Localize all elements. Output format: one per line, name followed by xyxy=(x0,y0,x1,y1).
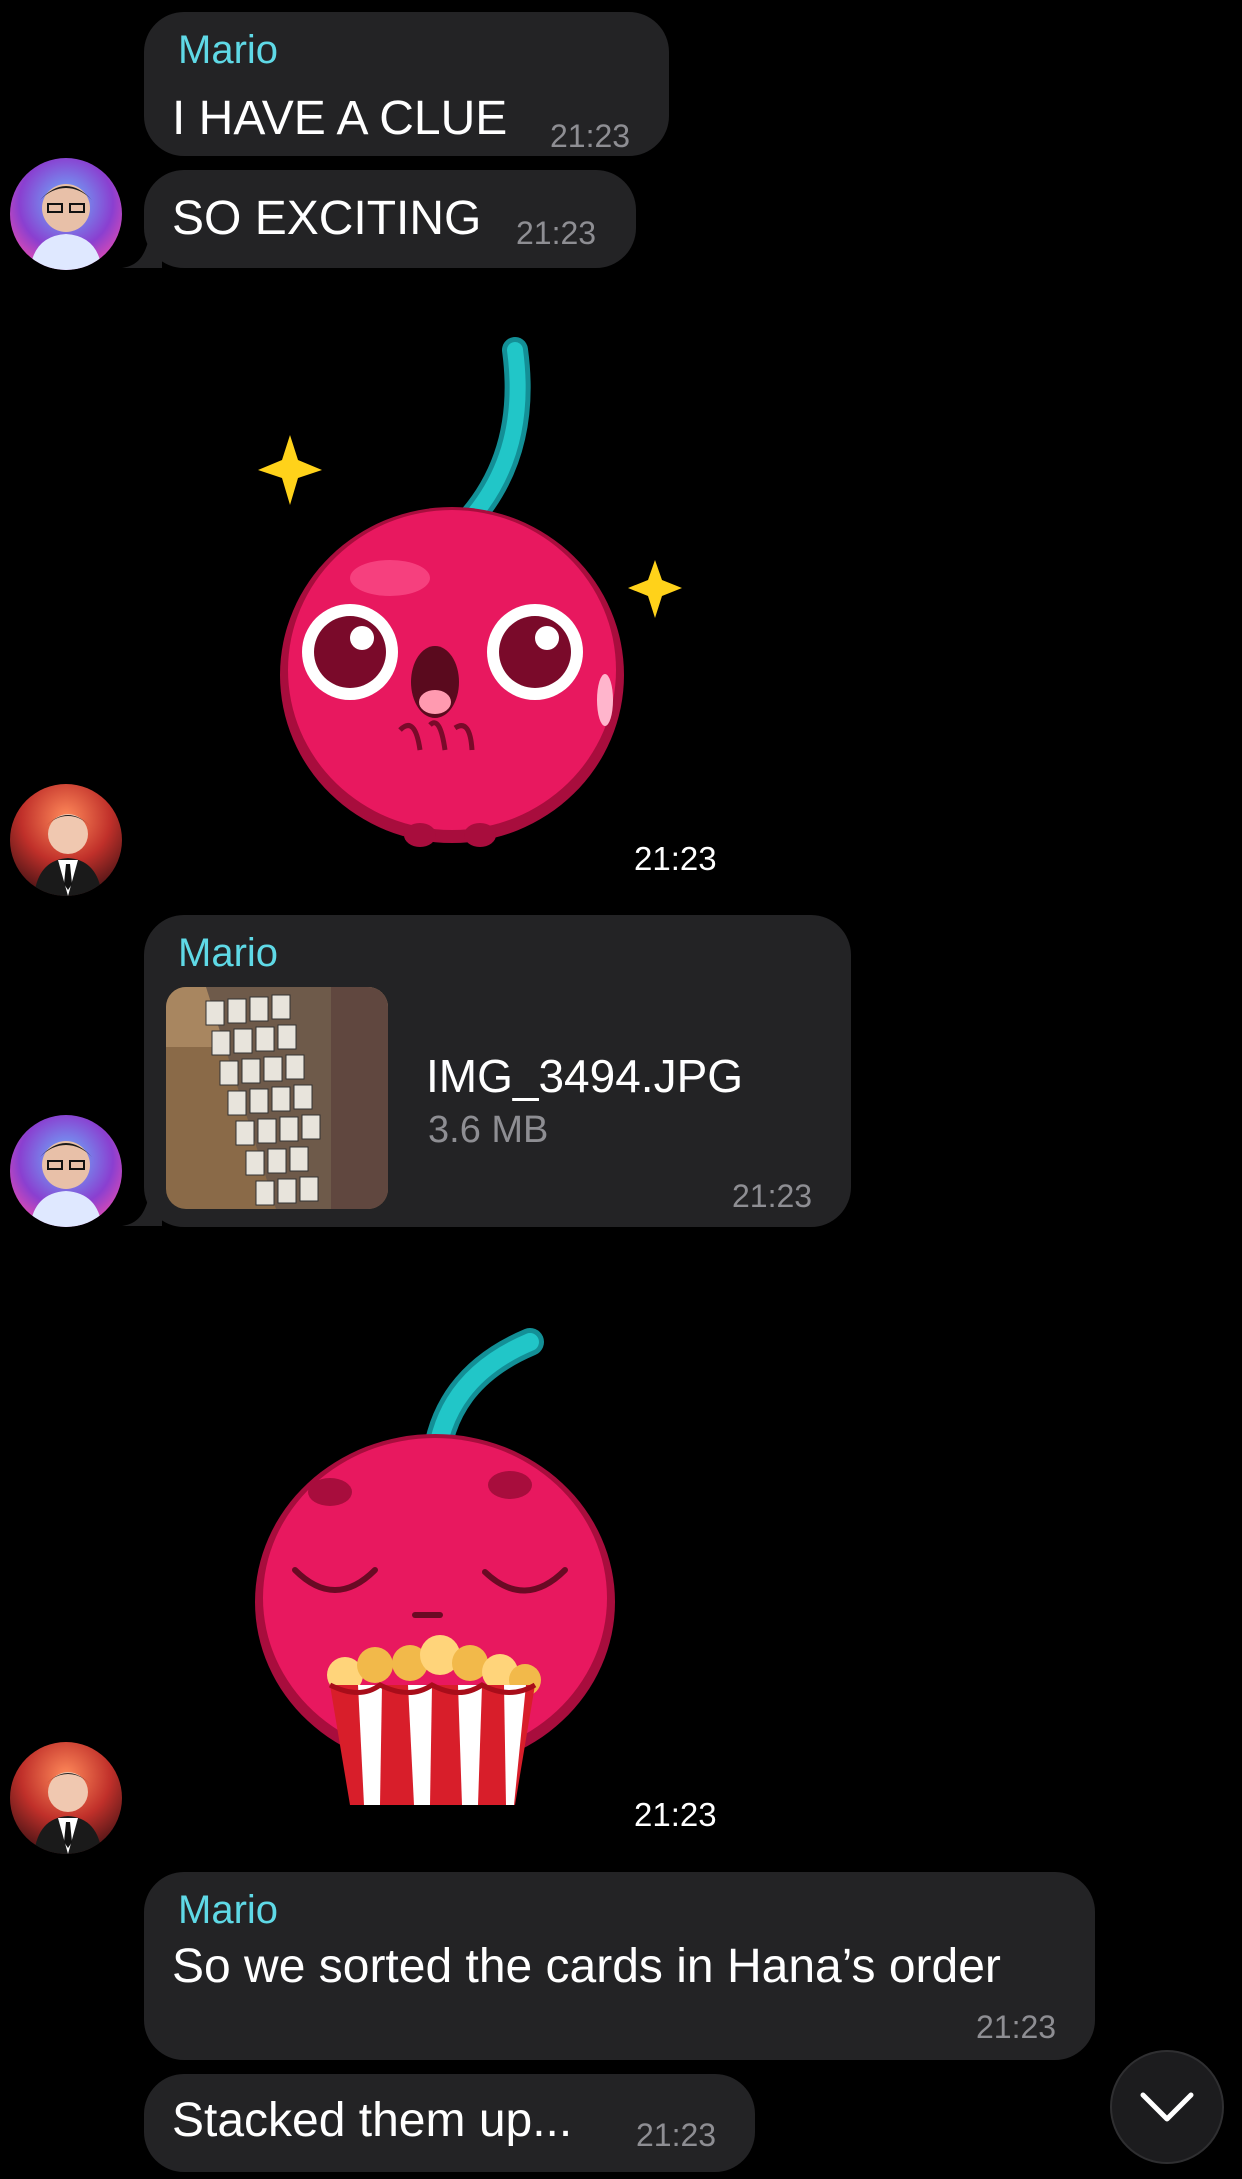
message-bubble[interactable]: Mario So we sorted the cards in Hana’s o… xyxy=(144,1872,1095,2060)
file-name: IMG_3494.JPG xyxy=(426,1050,744,1102)
message-time: 21:23 xyxy=(732,1178,813,1214)
avatar[interactable] xyxy=(10,158,122,270)
file-size: 3.6 MB xyxy=(428,1109,549,1151)
message-time: 21:23 xyxy=(634,840,717,877)
scroll-to-bottom-button[interactable] xyxy=(1110,2050,1224,2164)
message-time: 21:23 xyxy=(636,2117,717,2153)
message-time: 21:23 xyxy=(516,215,597,251)
bubble-tail xyxy=(122,1190,162,1226)
file-message-bubble[interactable]: Mario IMG_3494.JPG 3.6 MB 21:23 xyxy=(144,915,851,1227)
message-text: SO EXCITING xyxy=(172,192,482,245)
sender-name[interactable]: Mario xyxy=(178,1886,278,1934)
avatar[interactable] xyxy=(10,784,122,896)
message-time: 21:23 xyxy=(550,118,631,154)
message-text: I HAVE A CLUE xyxy=(172,92,508,145)
message-time: 21:23 xyxy=(976,2009,1057,2045)
avatar[interactable] xyxy=(10,1742,122,1854)
message-time: 21:23 xyxy=(634,1796,717,1833)
cherry-popcorn-sticker[interactable] xyxy=(250,1320,650,1820)
file-thumbnail[interactable] xyxy=(166,987,388,1209)
sender-name[interactable]: Mario xyxy=(178,26,278,74)
bubble-tail xyxy=(122,232,162,268)
message-bubble[interactable]: Stacked them up... 21:23 xyxy=(144,2074,755,2172)
message-text: Stacked them up... xyxy=(172,2094,573,2147)
chevron-down-icon xyxy=(1140,2092,1194,2122)
avatar[interactable] xyxy=(10,1115,122,1227)
message-bubble[interactable]: SO EXCITING 21:23 xyxy=(144,170,636,268)
message-text: So we sorted the cards in Hana’s order xyxy=(172,1940,1001,1993)
cherry-sparkle-sticker[interactable] xyxy=(250,330,700,860)
message-bubble[interactable]: Mario I HAVE A CLUE 21:23 xyxy=(144,12,669,156)
sender-name[interactable]: Mario xyxy=(178,929,278,977)
